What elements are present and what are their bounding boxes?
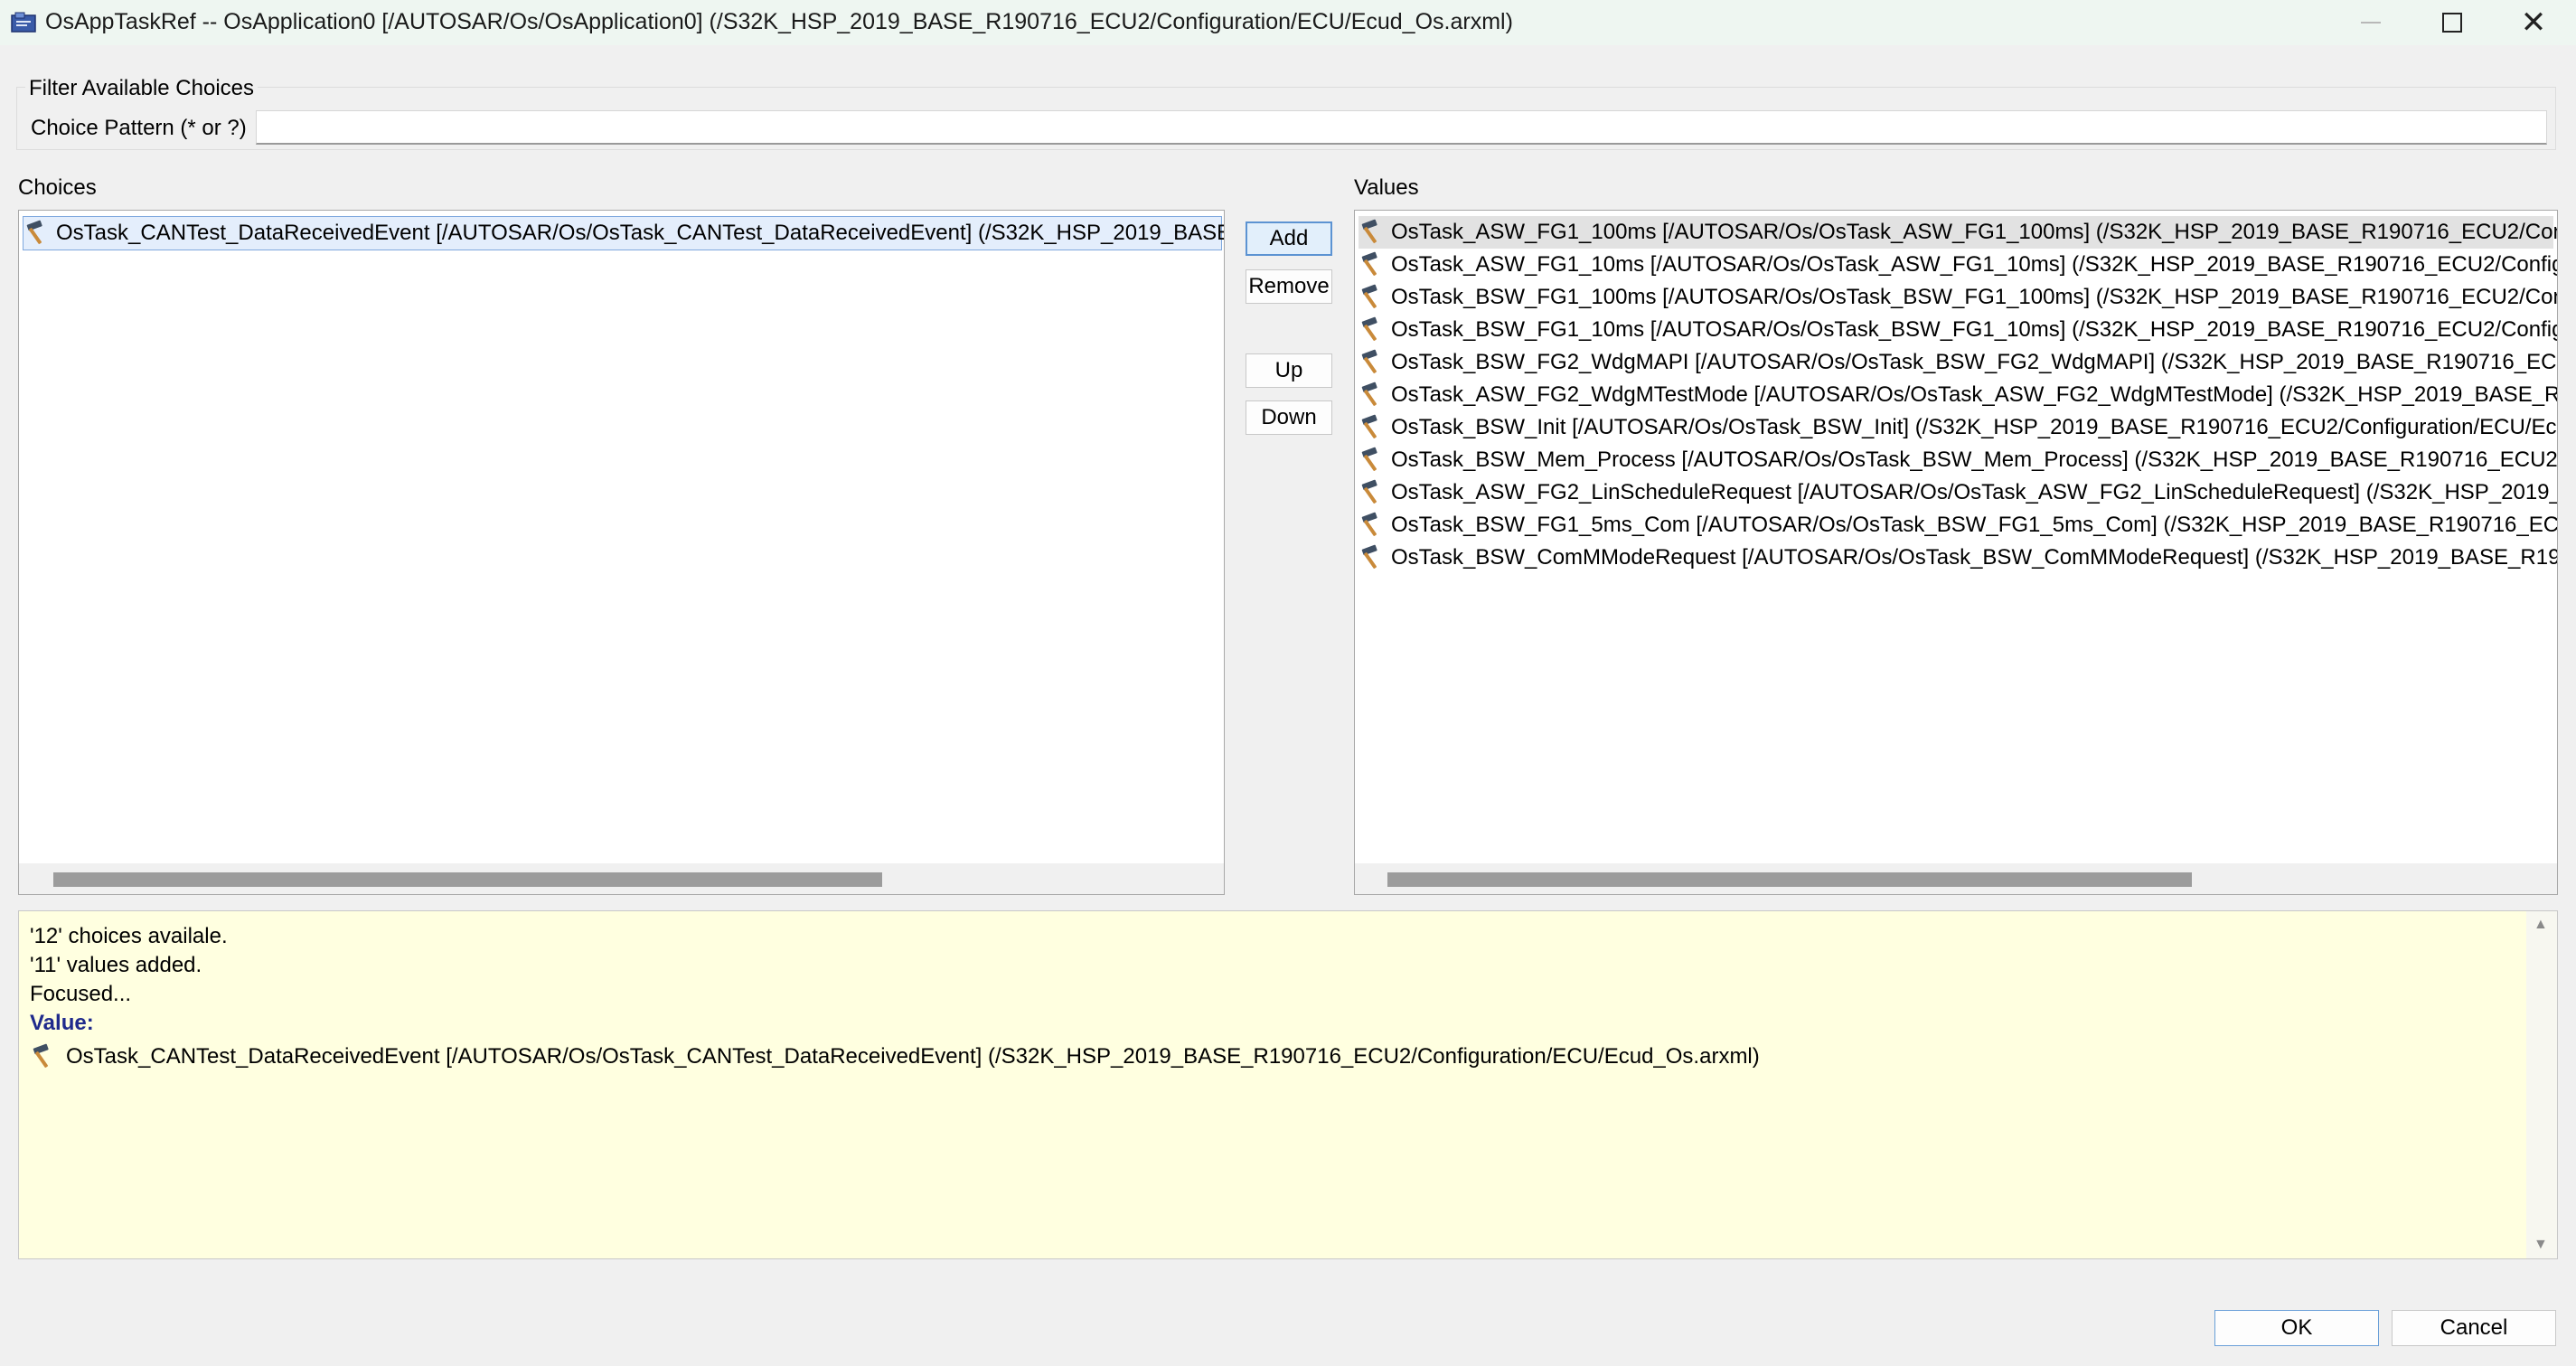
- value-list-item-label: OsTask_BSW_Init [/AUTOSAR/Os/OsTask_BSW_…: [1391, 415, 2558, 439]
- scroll-up-arrow-icon[interactable]: ▲: [2534, 917, 2548, 933]
- scroll-down-arrow-icon[interactable]: ▼: [2534, 1237, 2548, 1253]
- value-list-item[interactable]: OsTask_ASW_FG2_LinScheduleRequest [/AUTO…: [1359, 476, 2557, 509]
- hammer-icon: [1361, 479, 1377, 504]
- minimize-button[interactable]: [2330, 0, 2411, 45]
- choices-list[interactable]: OsTask_CANTest_DataReceivedEvent [/AUTOS…: [18, 210, 1225, 895]
- minimize-icon: [2361, 22, 2381, 24]
- value-list-item-label: OsTask_BSW_Mem_Process [/AUTOSAR/Os/OsTa…: [1391, 447, 2558, 472]
- move-down-button[interactable]: Down: [1246, 400, 1332, 435]
- choice-pattern-input[interactable]: [256, 110, 2547, 145]
- remove-button[interactable]: Remove: [1246, 269, 1332, 304]
- hammer-icon: [1361, 284, 1377, 308]
- value-list-item[interactable]: OsTask_BSW_FG2_WdgMAPI [/AUTOSAR/Os/OsTa…: [1359, 346, 2557, 379]
- value-list-item-label: OsTask_ASW_FG1_10ms [/AUTOSAR/Os/OsTask_…: [1391, 252, 2557, 277]
- hammer-icon: [1361, 447, 1377, 471]
- values-count-text: '11' values added.: [30, 953, 202, 977]
- value-list-item-label: OsTask_ASW_FG2_WdgMTestMode [/AUTOSAR/Os…: [1391, 382, 2558, 407]
- hammer-icon: [1361, 251, 1377, 276]
- focused-value-text: OsTask_CANTest_DataReceivedEvent [/AUTOS…: [66, 1044, 1760, 1069]
- info-vertical-scrollbar[interactable]: ▲ ▼: [2526, 911, 2557, 1258]
- choice-list-item-label: OsTask_CANTest_DataReceivedEvent [/AUTOS…: [56, 221, 1224, 245]
- value-list-item-label: OsTask_ASW_FG2_LinScheduleRequest [/AUTO…: [1391, 480, 2558, 504]
- value-list-item[interactable]: OsTask_BSW_FG1_10ms [/AUTOSAR/Os/OsTask_…: [1359, 314, 2557, 346]
- hammer-icon: [1361, 414, 1377, 438]
- value-list-item[interactable]: OsTask_ASW_FG1_10ms [/AUTOSAR/Os/OsTask_…: [1359, 249, 2557, 281]
- values-list[interactable]: OsTask_ASW_FG1_100ms [/AUTOSAR/Os/OsTask…: [1354, 210, 2558, 895]
- hammer-icon: [1361, 219, 1377, 243]
- value-list-item[interactable]: OsTask_BSW_ComMModeRequest [/AUTOSAR/Os/…: [1359, 542, 2557, 574]
- app-icon: [11, 12, 36, 33]
- value-list-item[interactable]: OsTask_BSW_FG1_100ms [/AUTOSAR/Os/OsTask…: [1359, 281, 2557, 314]
- hammer-icon: [1361, 349, 1377, 373]
- close-button[interactable]: ✕: [2493, 0, 2574, 45]
- value-list-item-label: OsTask_BSW_FG2_WdgMAPI [/AUTOSAR/Os/OsTa…: [1391, 350, 2558, 374]
- values-horizontal-scrollbar[interactable]: [1355, 863, 2557, 894]
- value-list-item[interactable]: OsTask_ASW_FG1_100ms [/AUTOSAR/Os/OsTask…: [1359, 216, 2557, 249]
- hammer-icon: [1361, 512, 1377, 536]
- hammer-icon: [33, 1043, 49, 1068]
- value-list-item[interactable]: OsTask_BSW_Init [/AUTOSAR/Os/OsTask_BSW_…: [1359, 411, 2557, 444]
- filter-group-title: Filter Available Choices: [25, 76, 259, 101]
- cancel-button[interactable]: Cancel: [2392, 1310, 2556, 1346]
- values-label: Values: [1354, 175, 1419, 200]
- add-button[interactable]: Add: [1246, 221, 1332, 256]
- value-list-item[interactable]: OsTask_BSW_FG1_5ms_Com [/AUTOSAR/Os/OsTa…: [1359, 509, 2557, 542]
- hammer-icon: [1361, 382, 1377, 406]
- value-list-item-label: OsTask_BSW_FG1_10ms [/AUTOSAR/Os/OsTask_…: [1391, 317, 2557, 342]
- maximize-button[interactable]: [2411, 0, 2493, 45]
- window-title: OsAppTaskRef -- OsApplication0 [/AUTOSAR…: [45, 9, 1513, 34]
- choice-pattern-label: Choice Pattern (* or ?): [31, 116, 247, 140]
- maximize-icon: [2442, 13, 2462, 33]
- value-list-item[interactable]: OsTask_BSW_Mem_Process [/AUTOSAR/Os/OsTa…: [1359, 444, 2557, 476]
- choices-horizontal-scrollbar[interactable]: [19, 863, 1224, 894]
- choices-label: Choices: [18, 175, 97, 200]
- values-scrollbar-thumb[interactable]: [1387, 872, 2192, 887]
- ok-button[interactable]: OK: [2214, 1310, 2379, 1346]
- value-list-item-label: OsTask_ASW_FG1_100ms [/AUTOSAR/Os/OsTask…: [1391, 220, 2557, 244]
- value-list-item-label: OsTask_BSW_ComMModeRequest [/AUTOSAR/Os/…: [1391, 545, 2558, 570]
- value-heading: Value:: [30, 1011, 94, 1035]
- close-icon: ✕: [2520, 5, 2547, 41]
- hammer-icon: [26, 220, 42, 244]
- hammer-icon: [1361, 544, 1377, 569]
- info-panel: '12' choices availale. '11' values added…: [18, 910, 2558, 1259]
- choices-scrollbar-thumb[interactable]: [53, 872, 882, 887]
- value-list-item-label: OsTask_BSW_FG1_5ms_Com [/AUTOSAR/Os/OsTa…: [1391, 513, 2558, 537]
- focused-value: OsTask_CANTest_DataReceivedEvent [/AUTOS…: [30, 1043, 1760, 1070]
- choices-count-text: '12' choices availale.: [30, 924, 228, 948]
- move-up-button[interactable]: Up: [1246, 353, 1332, 388]
- hammer-icon: [1361, 316, 1377, 341]
- value-list-item[interactable]: OsTask_ASW_FG2_WdgMTestMode [/AUTOSAR/Os…: [1359, 379, 2557, 411]
- choice-list-item[interactable]: OsTask_CANTest_DataReceivedEvent [/AUTOS…: [23, 216, 1224, 250]
- value-list-item-label: OsTask_BSW_FG1_100ms [/AUTOSAR/Os/OsTask…: [1391, 285, 2557, 309]
- focused-text: Focused...: [30, 982, 132, 1006]
